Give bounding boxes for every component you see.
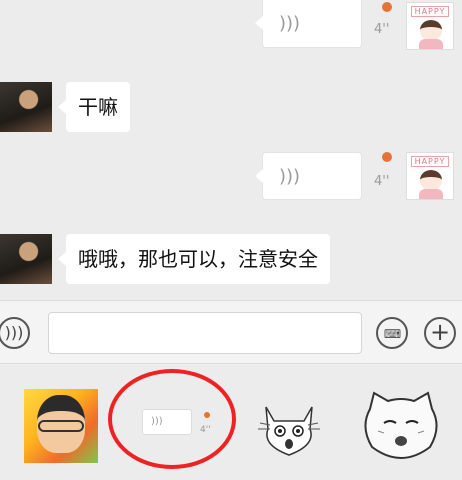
sticker-panel: ))) 4'' xyxy=(0,365,462,480)
voice-wave-icon: ))) xyxy=(279,13,301,34)
chat-input-bar: ))) ⌨ + xyxy=(0,300,462,364)
avatar-happy-label: HAPPY xyxy=(411,156,449,167)
avatar-self[interactable]: HAPPY xyxy=(406,2,454,50)
kid-glasses-sticker[interactable] xyxy=(24,389,98,463)
text-message-bubble[interactable]: 哦哦，那也可以，注意安全 xyxy=(58,234,330,284)
voice-wave-icon: ))) xyxy=(4,323,24,342)
voice-message-bubble[interactable]: ))) xyxy=(255,0,362,48)
avatar-happy-label: HAPPY xyxy=(411,6,449,17)
avatar-self[interactable]: HAPPY xyxy=(406,152,454,200)
more-button[interactable]: + xyxy=(424,317,456,349)
plus-icon: + xyxy=(429,318,451,346)
shocked-cat-sticker[interactable] xyxy=(256,399,322,457)
voice-duration: 4'' xyxy=(374,174,390,189)
avatar-contact[interactable] xyxy=(0,82,52,132)
keyboard-icon: ⌨ xyxy=(383,327,401,341)
voice-toggle-button[interactable]: ))) xyxy=(0,317,30,349)
unread-dot xyxy=(382,2,392,12)
mini-unread-dot xyxy=(204,412,210,418)
avatar-contact[interactable] xyxy=(0,234,52,284)
avatar-face xyxy=(420,170,442,190)
cat-icon xyxy=(258,406,320,456)
unread-dot xyxy=(382,152,392,162)
round-face-icon xyxy=(364,391,438,459)
avatar-body xyxy=(419,189,443,199)
voice-message-bubble[interactable]: ))) xyxy=(255,152,362,200)
voice-wave-icon: ))) xyxy=(279,166,301,187)
round-face-sticker[interactable] xyxy=(358,387,444,465)
text-message-bubble[interactable]: 干嘛 xyxy=(58,82,130,132)
message-input[interactable] xyxy=(48,312,362,354)
voice-message-sticker[interactable]: ))) 4'' xyxy=(108,369,236,469)
chat-area: ))) 4'' HAPPY 干嘛 ))) 4'' HAPPY 哦哦，那也可以，注… xyxy=(0,0,462,300)
mini-voice-bubble: ))) xyxy=(142,409,192,435)
keyboard-button[interactable]: ⌨ xyxy=(376,317,408,349)
voice-duration: 4'' xyxy=(374,22,390,37)
kid-glasses xyxy=(38,420,84,432)
mini-duration: 4'' xyxy=(200,425,211,435)
avatar-face xyxy=(420,20,442,40)
avatar-body xyxy=(419,39,443,49)
